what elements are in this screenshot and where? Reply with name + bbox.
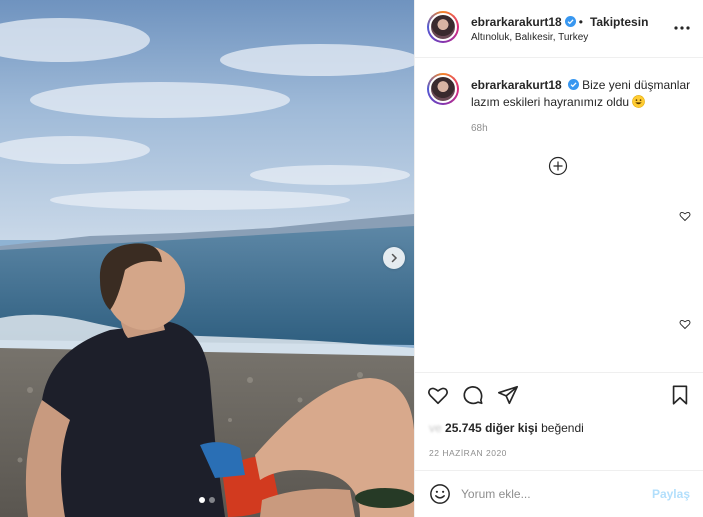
bookmark-icon[interactable] — [669, 384, 691, 406]
comment-like-heart-icon[interactable] — [679, 318, 691, 330]
post-time-ago: 68h — [471, 123, 488, 134]
caption-text: ebrarkarakurt18 Bize yeni düşmanlar lazı… — [471, 77, 691, 111]
carousel-dot-active — [199, 497, 205, 503]
emoji-picker-icon[interactable] — [429, 483, 451, 505]
more-options-button[interactable] — [674, 22, 690, 34]
likes-blurred-prefix: ve — [429, 421, 442, 435]
verified-badge-icon — [564, 16, 576, 27]
username-link[interactable]: ebrarkarakurt18 — [471, 15, 562, 29]
comment-icon[interactable] — [462, 384, 484, 406]
carousel-next-button[interactable] — [383, 247, 405, 269]
beach-photo — [0, 0, 414, 517]
header-top-line: ebrarkarakurt18 • Takiptesin — [471, 15, 648, 29]
comment-input[interactable] — [461, 483, 641, 505]
instagram-post: ebrarkarakurt18 • Takiptesin Altınoluk, Ba… — [0, 0, 703, 517]
dot-separator: • — [578, 15, 583, 29]
likes-count[interactable]: 25.745 diğer kişi — [445, 421, 538, 435]
more-horizontal-icon — [674, 26, 690, 30]
caption-avatar[interactable] — [427, 73, 459, 105]
carousel-dots — [0, 497, 414, 503]
likes-suffix: beğendi — [541, 421, 584, 435]
heart-icon[interactable] — [427, 384, 449, 406]
load-more-comments-icon[interactable] — [548, 156, 568, 176]
location-link[interactable]: Altınoluk, Balıkesir, Turkey — [471, 32, 588, 43]
avatar[interactable] — [427, 11, 459, 43]
post-header: ebrarkarakurt18 • Takiptesin Altınoluk, Ba… — [415, 0, 703, 58]
likes-summary[interactable]: ve 25.745 diğer kişi beğendi — [429, 421, 584, 435]
chevron-right-icon — [391, 253, 398, 263]
add-comment-bar: Paylaş — [415, 470, 703, 517]
verified-badge-icon — [567, 79, 579, 90]
post-photo[interactable] — [0, 0, 414, 517]
post-date: 22 HAZİRAN 2020 — [429, 448, 507, 458]
paper-plane-icon[interactable] — [497, 384, 519, 406]
carousel-dot — [209, 497, 215, 503]
comment-like-heart-icon[interactable] — [679, 210, 691, 222]
caption-username[interactable]: ebrarkarakurt18 — [471, 78, 562, 92]
following-button[interactable]: Takiptesin — [590, 15, 648, 29]
post-side-panel: ebrarkarakurt18 • Takiptesin Altınoluk, Ba… — [414, 0, 703, 517]
grinning-face-emoji-icon — [632, 95, 646, 108]
post-comment-button[interactable]: Paylaş — [652, 487, 690, 501]
